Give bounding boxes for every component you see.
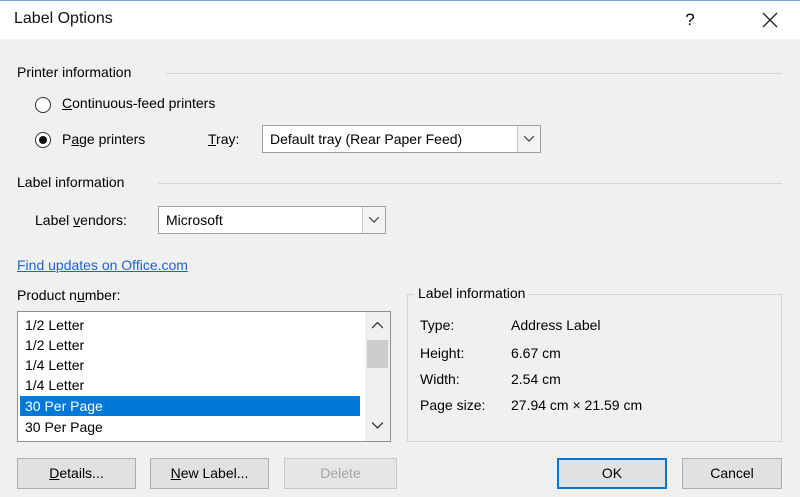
- help-button[interactable]: ?: [675, 5, 705, 35]
- label-info-divider: [158, 183, 782, 184]
- radio-selected-dot: [39, 136, 47, 144]
- width-key: Width:: [420, 371, 460, 387]
- delete-button[interactable]: Delete: [284, 458, 397, 489]
- list-item[interactable]: 30 Per Page: [20, 417, 360, 437]
- width-value: 2.54 cm: [511, 371, 561, 387]
- ok-button[interactable]: OK: [557, 458, 667, 489]
- tray-dropdown[interactable]: Default tray (Rear Paper Feed): [262, 125, 541, 153]
- find-updates-link[interactable]: Find updates on Office.com: [17, 257, 188, 273]
- chevron-down-icon: [372, 422, 383, 429]
- printer-info-heading: Printer information: [17, 64, 132, 80]
- label-info-heading: Label information: [17, 174, 125, 190]
- tray-dropdown-button[interactable]: [517, 126, 540, 152]
- close-button[interactable]: [752, 5, 788, 35]
- close-icon: [762, 12, 778, 28]
- list-item[interactable]: 1/2 Letter: [20, 315, 360, 335]
- continuous-feed-label: Continuous-feed printers: [62, 95, 216, 111]
- label-vendor-value: Microsoft: [166, 212, 223, 228]
- page-size-value: 27.94 cm × 21.59 cm: [511, 397, 643, 413]
- type-value: Address Label: [511, 317, 601, 333]
- label-details-heading: Label information: [414, 285, 530, 301]
- label-vendors-label: Label vendors:: [35, 212, 127, 228]
- page-printers-radio[interactable]: [35, 132, 51, 148]
- cancel-button[interactable]: Cancel: [682, 458, 782, 489]
- new-label-button[interactable]: New Label...: [150, 458, 269, 489]
- label-options-dialog: Label Options ? Printer information Cont…: [0, 0, 800, 497]
- details-button[interactable]: Details...: [17, 458, 136, 489]
- list-item[interactable]: 1/2 Letter: [20, 335, 360, 355]
- title-bar: Label Options ?: [0, 1, 800, 39]
- continuous-feed-radio[interactable]: [35, 97, 51, 113]
- list-scrollbar[interactable]: [365, 312, 390, 441]
- type-key: Type:: [420, 317, 455, 333]
- product-number-list[interactable]: 1/2 Letter 1/2 Letter 1/4 Letter 1/4 Let…: [17, 311, 391, 442]
- height-key: Height:: [420, 345, 465, 361]
- printer-info-divider: [166, 73, 782, 74]
- page-size-key: Page size:: [420, 397, 486, 413]
- page-printers-label: Page printers: [62, 131, 146, 147]
- label-vendors-dropdown-button[interactable]: [362, 207, 385, 233]
- label-vendors-dropdown[interactable]: Microsoft: [158, 206, 386, 234]
- tray-value: Default tray (Rear Paper Feed): [270, 131, 463, 147]
- chevron-down-icon: [524, 136, 534, 142]
- chevron-down-icon: [369, 217, 379, 223]
- height-value: 6.67 cm: [511, 345, 561, 361]
- scroll-thumb[interactable]: [367, 340, 388, 368]
- dialog-title: Label Options: [14, 10, 113, 27]
- list-item[interactable]: 1/4 Letter: [20, 355, 360, 375]
- chevron-up-icon: [372, 322, 383, 329]
- scroll-up-button[interactable]: [365, 316, 390, 336]
- scroll-down-button[interactable]: [365, 416, 390, 436]
- product-number-label: Product number:: [17, 287, 121, 303]
- list-item-selected[interactable]: 30 Per Page: [20, 396, 360, 416]
- tray-label: Tray:: [208, 131, 240, 147]
- list-item[interactable]: 1/4 Letter: [20, 375, 360, 395]
